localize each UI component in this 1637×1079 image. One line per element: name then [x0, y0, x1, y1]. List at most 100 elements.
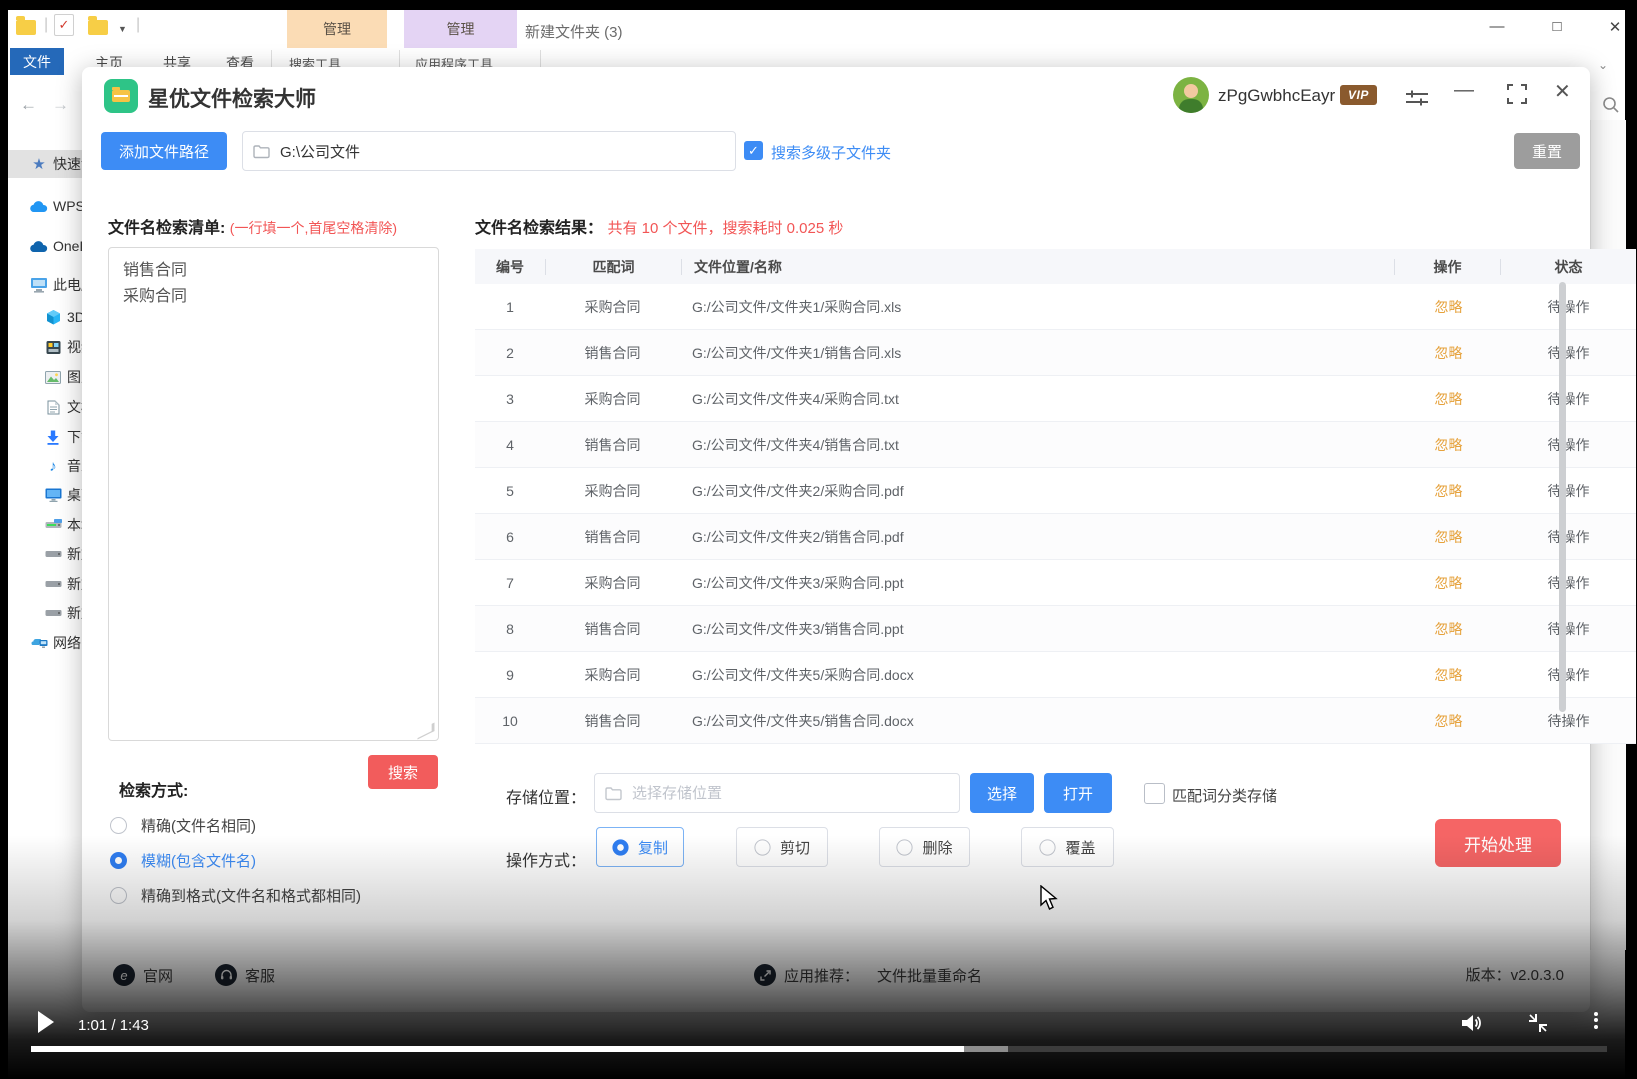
pc-icon [30, 276, 48, 294]
footer-website[interactable]: e 官网 [113, 964, 173, 986]
back-button[interactable]: ← [20, 95, 37, 115]
op-option-cut[interactable]: 剪切 [736, 827, 828, 867]
result-row: 3 采购合同 G:/公司文件/文件夹4/采购合同.txt 忽略 待操作 [475, 376, 1636, 422]
row-file-path: G:/公司文件/文件夹1/销售合同.xls [680, 343, 1396, 363]
radio-icon [897, 839, 913, 855]
results-scrollbar[interactable] [1559, 282, 1566, 712]
user-avatar[interactable] [1173, 77, 1209, 113]
row-match-word: 采购合同 [545, 573, 680, 593]
video-controls: 1:01 / 1:43 [0, 1004, 1637, 1044]
progress-fill [31, 1046, 964, 1052]
forward-button[interactable]: → [52, 95, 69, 115]
result-row: 4 销售合同 G:/公司文件/文件夹4/销售合同.txt 忽略 待操作 [475, 422, 1636, 468]
row-file-path: G:/公司文件/文件夹4/销售合同.txt [680, 435, 1396, 455]
open-button[interactable]: 打开 [1044, 773, 1112, 813]
ignore-link[interactable]: 忽略 [1435, 621, 1463, 637]
app-fullscreen-icon[interactable] [1506, 83, 1528, 110]
ignore-link[interactable]: 忽略 [1435, 667, 1463, 683]
storage-input[interactable] [630, 784, 949, 803]
app-logo-icon [104, 79, 138, 113]
app-close-button[interactable]: ✕ [1554, 79, 1571, 104]
search-icon[interactable] [1602, 96, 1620, 119]
ignore-link[interactable]: 忽略 [1435, 529, 1463, 545]
ignore-link[interactable]: 忽略 [1435, 391, 1463, 407]
add-path-button[interactable]: 添加文件路径 [101, 132, 227, 170]
row-status: 待操作 [1501, 573, 1636, 593]
app-window: 星优文件检索大师 zPgGwbhcEayr VIP — ✕ 添加文件路径 ✓ 搜… [82, 67, 1590, 1012]
row-match-word: 采购合同 [545, 665, 680, 685]
result-row: 9 采购合同 G:/公司文件/文件夹5/采购合同.docx 忽略 待操作 [475, 652, 1636, 698]
search-list-label: 文件名检索清单: [108, 220, 225, 237]
row-number: 8 [475, 621, 545, 637]
tab-manage-search-tools[interactable]: 管理 [287, 10, 387, 48]
keyword-list-textarea[interactable]: 销售合同 采购合同 [108, 247, 439, 741]
user-name: zPgGwbhcEayr [1218, 86, 1335, 106]
footer-recommend[interactable]: 应用推荐： 文件批量重命名 [754, 964, 982, 986]
ignore-link[interactable]: 忽略 [1435, 345, 1463, 361]
row-number: 6 [475, 529, 545, 545]
link-icon [754, 964, 776, 986]
subfolder-checkbox-label[interactable]: 搜索多级子文件夹 [771, 142, 891, 163]
folder-icon [254, 146, 269, 158]
path-input[interactable] [278, 142, 725, 161]
settings-sliders-icon[interactable] [1404, 87, 1430, 116]
footer-recommend-app[interactable]: 文件批量重命名 [877, 965, 982, 986]
op-option-delete[interactable]: 删除 [879, 827, 970, 867]
ignore-link[interactable]: 忽略 [1435, 483, 1463, 499]
classify-checkbox[interactable] [1144, 783, 1165, 804]
volume-icon[interactable] [1458, 1010, 1484, 1041]
vip-badge: VIP [1340, 85, 1377, 105]
play-button[interactable] [38, 1011, 54, 1033]
mode-option-exact-format[interactable]: 精确到格式(文件名和格式都相同) [110, 885, 361, 906]
ignore-link[interactable]: 忽略 [1435, 575, 1463, 591]
qat-dropdown-icon[interactable]: ▼ [118, 24, 127, 34]
properties-check-icon[interactable]: ✓ [54, 14, 74, 36]
search-list-hint: (一行填一个,首尾空格清除) [230, 220, 397, 236]
storage-label: 存储位置： [506, 784, 586, 808]
row-match-word: 销售合同 [545, 711, 680, 731]
row-file-path: G:/公司文件/文件夹3/采购合同.ppt [680, 573, 1396, 593]
search-button[interactable]: 搜索 [368, 755, 438, 789]
explorer-maximize-button[interactable]: □ [1540, 18, 1574, 35]
ignore-link[interactable]: 忽略 [1435, 299, 1463, 315]
folder-icon [606, 788, 621, 800]
kebab-menu-icon[interactable] [1594, 1009, 1598, 1031]
sidebar-item-label: 网络 [53, 633, 81, 653]
row-number: 1 [475, 299, 545, 315]
explorer-close-button[interactable]: ✕ [1598, 18, 1632, 36]
op-option-copy[interactable]: 复制 [596, 827, 684, 867]
reset-button[interactable]: 重置 [1514, 133, 1580, 169]
mode-option-fuzzy[interactable]: 模糊(包含文件名) [110, 850, 256, 871]
app-version: 版本：v2.0.3.0 [1466, 964, 1564, 985]
select-button[interactable]: 选择 [970, 773, 1034, 813]
ignore-link[interactable]: 忽略 [1435, 713, 1463, 729]
video-progress-bar[interactable] [31, 1046, 1607, 1052]
row-status: 待操作 [1501, 297, 1636, 317]
radio-icon [110, 817, 127, 834]
explorer-minimize-button[interactable]: — [1480, 18, 1514, 35]
col-no: 编号 [475, 257, 545, 277]
new-folder-icon[interactable] [88, 20, 108, 35]
ribbon-collapse-chevron-icon[interactable]: ⌄ [1598, 58, 1608, 72]
ignore-link[interactable]: 忽略 [1435, 437, 1463, 453]
classify-checkbox-label[interactable]: 匹配词分类存储 [1172, 785, 1277, 806]
support-headset-icon [215, 964, 237, 986]
start-process-button[interactable]: 开始处理 [1435, 819, 1561, 867]
row-status: 待操作 [1501, 711, 1636, 731]
quick-access-folder-icon[interactable] [16, 20, 36, 35]
result-row: 7 采购合同 G:/公司文件/文件夹3/采购合同.ppt 忽略 待操作 [475, 560, 1636, 606]
op-option-overwrite[interactable]: 覆盖 [1021, 827, 1114, 867]
subfolder-checkbox[interactable]: ✓ [744, 141, 763, 160]
radio-icon [754, 839, 770, 855]
drive-icon [44, 575, 62, 593]
mode-option-exact[interactable]: 精确(文件名相同) [110, 815, 256, 836]
row-status: 待操作 [1501, 389, 1636, 409]
radio-icon [612, 839, 628, 855]
miniplayer-icon[interactable] [1526, 1011, 1550, 1040]
tab-manage-app-tools[interactable]: 管理 [404, 10, 517, 48]
footer-support[interactable]: 客服 [215, 964, 275, 986]
tab-file[interactable]: 文件 [10, 48, 64, 75]
result-row: 10 销售合同 G:/公司文件/文件夹5/销售合同.docx 忽略 待操作 [475, 698, 1636, 744]
app-minimize-button[interactable]: — [1454, 79, 1474, 102]
results-summary: 共有 10 个文件，搜索耗时 0.025 秒 [607, 220, 843, 237]
